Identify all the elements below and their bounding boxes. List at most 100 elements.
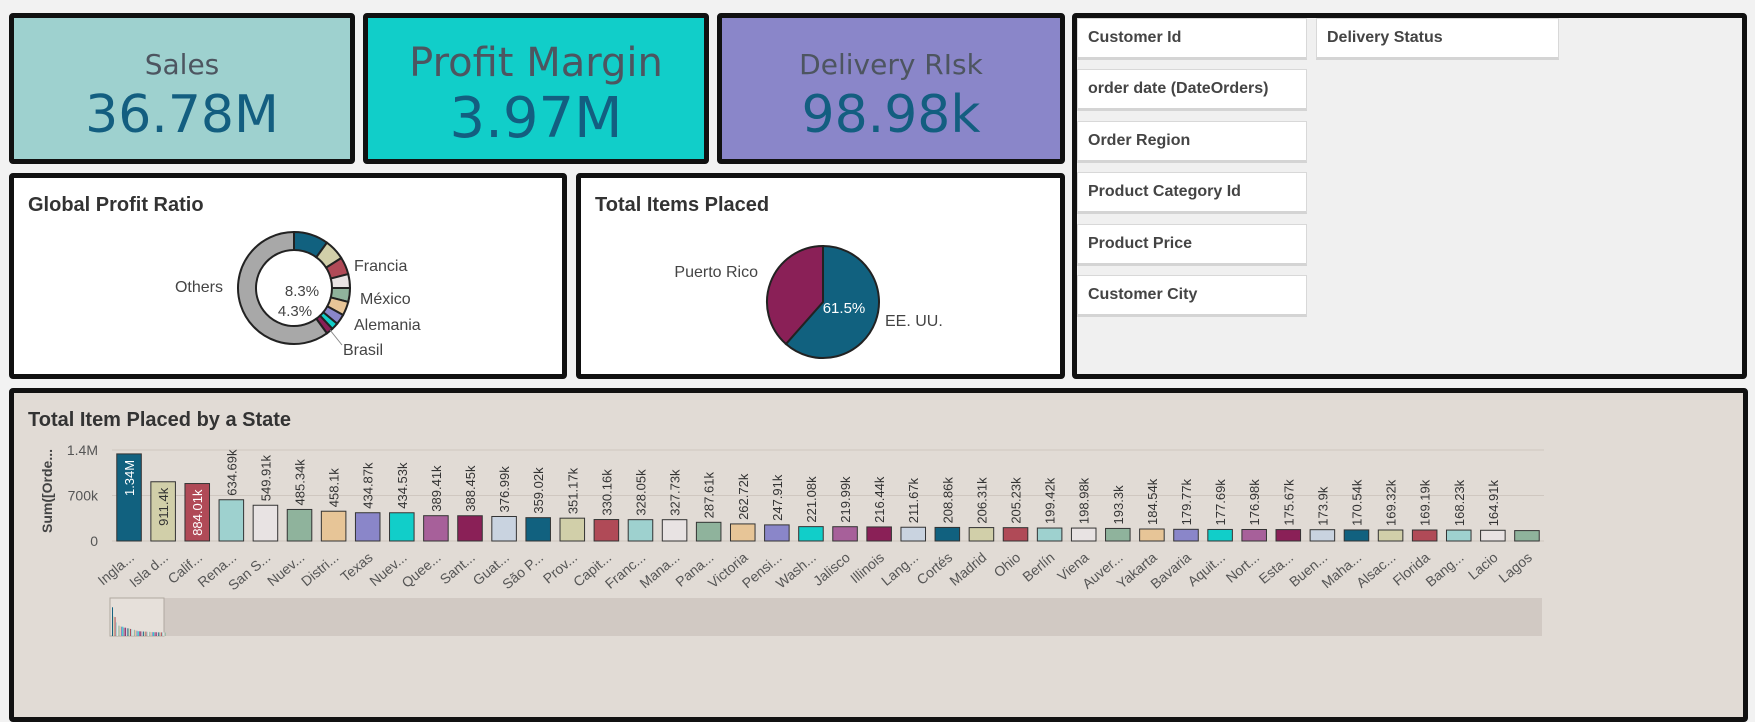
filter-customer-city[interactable]: Customer City (1077, 275, 1307, 317)
bar[interactable] (286, 508, 313, 542)
x-tick-label: Lagos (1495, 549, 1535, 586)
pie-label-ee-uu: EE. UU. (885, 313, 943, 330)
bar[interactable] (1105, 527, 1131, 542)
minimap-bar (112, 607, 113, 636)
bar-data-label: 485.34k (293, 459, 308, 506)
bar-data-label: 208.86k (940, 477, 955, 524)
bar-data-label: 193.3k (1111, 485, 1126, 525)
bar[interactable] (764, 524, 790, 542)
x-tick-label: Jalisco (810, 549, 853, 589)
bar-data-label: 173.9k (1315, 486, 1330, 526)
bar[interactable] (968, 527, 995, 542)
bar-data-label: 168.23k (1452, 479, 1467, 526)
x-tick-label: Lang... (878, 549, 921, 589)
items-by-state-panel: Total Item Placed by a State Sum([Orde..… (9, 388, 1748, 722)
kpi-delivery-risk-value: 98.98k (801, 85, 981, 145)
minimap-bar (118, 625, 120, 636)
minimap-bar (132, 628, 134, 636)
minimap-bar (148, 631, 149, 636)
minimap-bar (113, 616, 115, 636)
filter-product-price[interactable]: Product Price (1077, 224, 1307, 266)
minimap-bar (150, 632, 152, 636)
bar-data-label: 211.67k (906, 477, 921, 523)
label-mexico: México (360, 291, 411, 308)
minimap-bar (140, 631, 142, 636)
minimap-bar (158, 632, 160, 636)
bar[interactable] (832, 526, 858, 542)
bar[interactable] (1207, 528, 1233, 542)
bar-data-label: 177.69k (1213, 479, 1228, 526)
bar[interactable] (1514, 530, 1540, 542)
bar[interactable] (559, 517, 586, 542)
y-tick-label: 0 (90, 533, 98, 549)
bar[interactable] (695, 521, 722, 542)
bar-data-label: 216.44k (872, 476, 887, 523)
bar[interactable] (1343, 529, 1370, 542)
filter-product-category-id[interactable]: Product Category Id (1077, 172, 1307, 214)
bar-data-label: 262.72k (736, 473, 751, 520)
bar[interactable] (1070, 527, 1097, 542)
bar[interactable] (1173, 528, 1199, 542)
bar-data-label: 327.73k (668, 469, 683, 516)
bar[interactable] (729, 523, 756, 542)
bar[interactable] (900, 526, 927, 542)
bar[interactable] (1241, 528, 1267, 542)
x-tick-label: Quee... (398, 549, 443, 591)
minimap-bar (123, 627, 125, 636)
bar[interactable] (491, 515, 517, 542)
bar[interactable] (1480, 529, 1506, 542)
bar[interactable] (1139, 528, 1165, 542)
bar[interactable] (1036, 527, 1063, 542)
bar[interactable] (661, 519, 688, 542)
bar[interactable] (866, 526, 892, 542)
minimap-bar (155, 632, 157, 636)
filter-order-region[interactable]: Order Region (1077, 121, 1307, 163)
center-label-2: 4.3% (278, 303, 312, 320)
bar-data-label: 205.23k (1009, 477, 1024, 524)
bar[interactable] (934, 526, 961, 542)
minimap-track[interactable] (110, 598, 1542, 636)
label-brasil: Brasil (343, 342, 383, 359)
minimap-bar (130, 628, 131, 636)
minimap-bar (121, 626, 122, 636)
bar[interactable] (1445, 529, 1472, 542)
bar[interactable] (1275, 529, 1302, 542)
bar[interactable] (218, 499, 245, 542)
bar[interactable] (627, 519, 654, 542)
bar[interactable] (525, 517, 551, 542)
minimap-bar (159, 632, 161, 636)
minimap-bar (146, 631, 148, 636)
x-tick-label: Bang... (1422, 549, 1466, 590)
bar[interactable] (423, 515, 449, 542)
x-tick-label: Madrid (946, 549, 989, 589)
x-tick-label: Berlín (1019, 549, 1057, 585)
filters-panel: Customer Id Delivery Status order date (… (1072, 13, 1747, 379)
filter-delivery-status[interactable]: Delivery Status (1316, 18, 1559, 60)
bar[interactable] (593, 519, 620, 542)
bar[interactable] (1377, 529, 1404, 542)
bar-data-label: 634.69k (224, 449, 239, 496)
bar[interactable] (1411, 529, 1438, 542)
bar[interactable] (457, 515, 483, 542)
bar-data-label: 176.98k (1247, 479, 1262, 526)
bar[interactable] (389, 512, 415, 542)
x-tick-label: Nuev... (264, 549, 307, 589)
filter-order-date[interactable]: order date (DateOrders) (1077, 69, 1307, 111)
bar-data-label: 434.53k (395, 462, 410, 509)
bar-data-label: 179.77k (1179, 479, 1194, 526)
bar[interactable] (798, 526, 824, 542)
bar[interactable] (1309, 529, 1336, 542)
kpi-delivery-risk-label: Delivery RIsk (799, 48, 983, 81)
filter-customer-id[interactable]: Customer Id (1077, 18, 1307, 60)
minimap-bar (114, 617, 116, 636)
bar[interactable] (1002, 527, 1029, 542)
bar[interactable] (252, 504, 279, 542)
bar-data-label: 247.91k (770, 474, 785, 521)
kpi-delivery-risk: Delivery RIsk 98.98k (717, 13, 1065, 164)
bar-data-label: 884.01k (190, 489, 205, 536)
y-axis-label: Sum([Orde... (39, 449, 55, 533)
bar[interactable] (354, 512, 381, 542)
bar-data-label: 911.4k (156, 487, 171, 526)
bar[interactable] (320, 510, 347, 542)
y-tick-label: 1.4M (67, 442, 98, 458)
